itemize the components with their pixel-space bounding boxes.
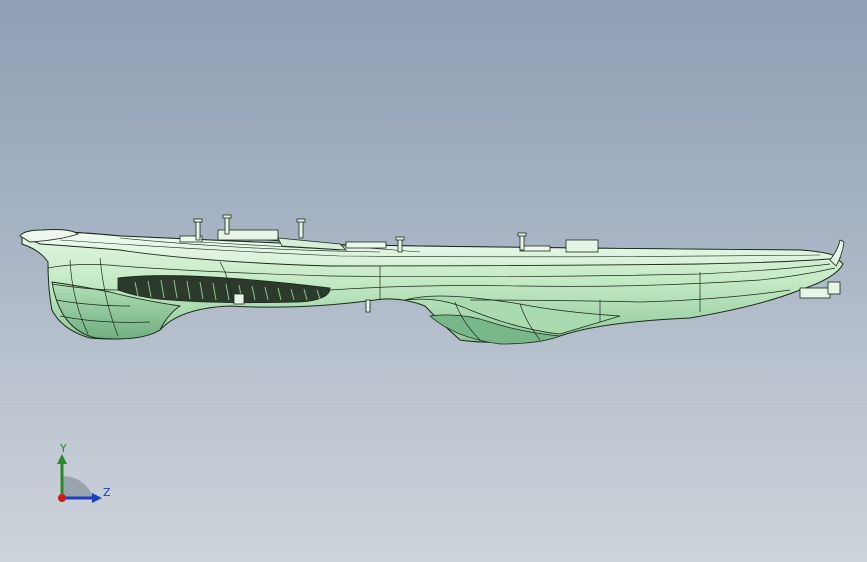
cad-model[interactable] [0,0,867,562]
z-axis-arrow [92,493,102,503]
triad-origin [58,494,66,502]
axis-triad: Y Z [50,440,120,510]
y-axis-label: Y [60,442,67,455]
graphics-viewport[interactable]: Y Z [0,0,867,562]
triad-plane [62,476,94,498]
z-axis-label: Z [103,486,111,499]
y-axis-arrow [57,454,67,464]
